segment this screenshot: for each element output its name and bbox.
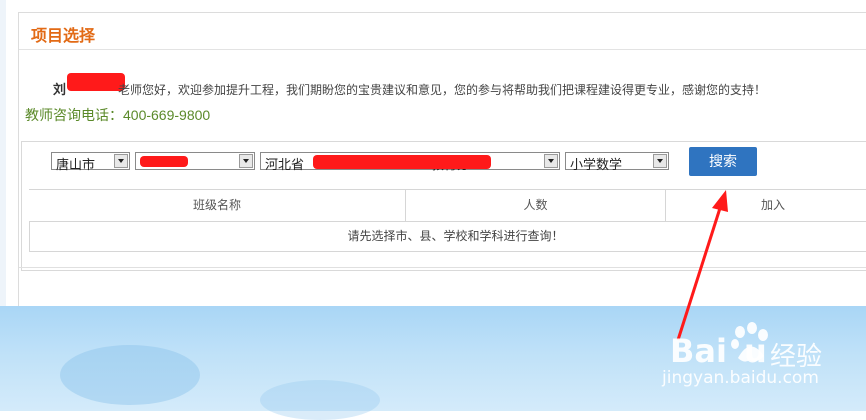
chevron-down-icon[interactable] (653, 154, 667, 168)
column-header-join: 加入 (760, 198, 785, 212)
baidu-jingyan-watermark: Bai u 经验 jingyan.baidu.com (652, 318, 862, 408)
chevron-down-icon[interactable] (544, 154, 558, 168)
background-decoration (60, 345, 200, 405)
watermark-url: jingyan.baidu.com (662, 368, 819, 388)
subject-select-value: 小学数学 (570, 157, 623, 172)
empty-state-message: 请先选择市、县、学校和学科进行查询！ (347, 229, 564, 243)
watermark-brand-tail: u (744, 332, 767, 370)
background-decoration (260, 380, 380, 420)
watermark-brand: Bai (670, 332, 727, 370)
hotline-text: 教师咨询电话：400-669-9800 (25, 107, 211, 123)
welcome-message: 老师您好，欢迎参加提升工程，我们期盼您的宝贵建议和意见，您的参与将帮助我们把课程… (118, 83, 767, 97)
chevron-down-icon[interactable] (114, 154, 128, 168)
column-header-count: 人数 (523, 198, 548, 212)
city-select-value: 唐山市 (56, 157, 96, 172)
redaction-mark (140, 156, 188, 167)
subject-select[interactable]: 小学数学 (565, 152, 669, 172)
left-edge (0, 0, 6, 306)
title-divider (19, 49, 866, 50)
redaction-mark (313, 155, 491, 169)
county-select[interactable] (135, 152, 255, 170)
school-select-prefix: 河北省 (265, 157, 305, 172)
project-selection-panel: 项目选择 刘 老师您好，欢迎参加提升工程，我们期盼您的宝贵建议和意见，您的参与将… (18, 12, 866, 307)
teacher-name: 刘 (53, 82, 67, 97)
chevron-down-icon[interactable] (239, 154, 253, 168)
panel-divider (19, 267, 866, 268)
table-body: 请先选择市、县、学校和学科进行查询！ (29, 221, 866, 252)
city-select[interactable]: 唐山市 (51, 152, 130, 172)
search-button[interactable]: 搜索 (689, 147, 757, 176)
filter-area: 唐山市 河北省 教育办 小学数学 搜索 班级名称 人数 加入 (21, 141, 866, 271)
column-header-class-name: 班级名称 (192, 198, 241, 212)
redaction-mark (67, 73, 125, 91)
school-select[interactable]: 河北省 教育办 (260, 152, 560, 172)
table-header: 班级名称 人数 加入 (29, 189, 866, 222)
panel-title: 项目选择 (31, 28, 96, 45)
